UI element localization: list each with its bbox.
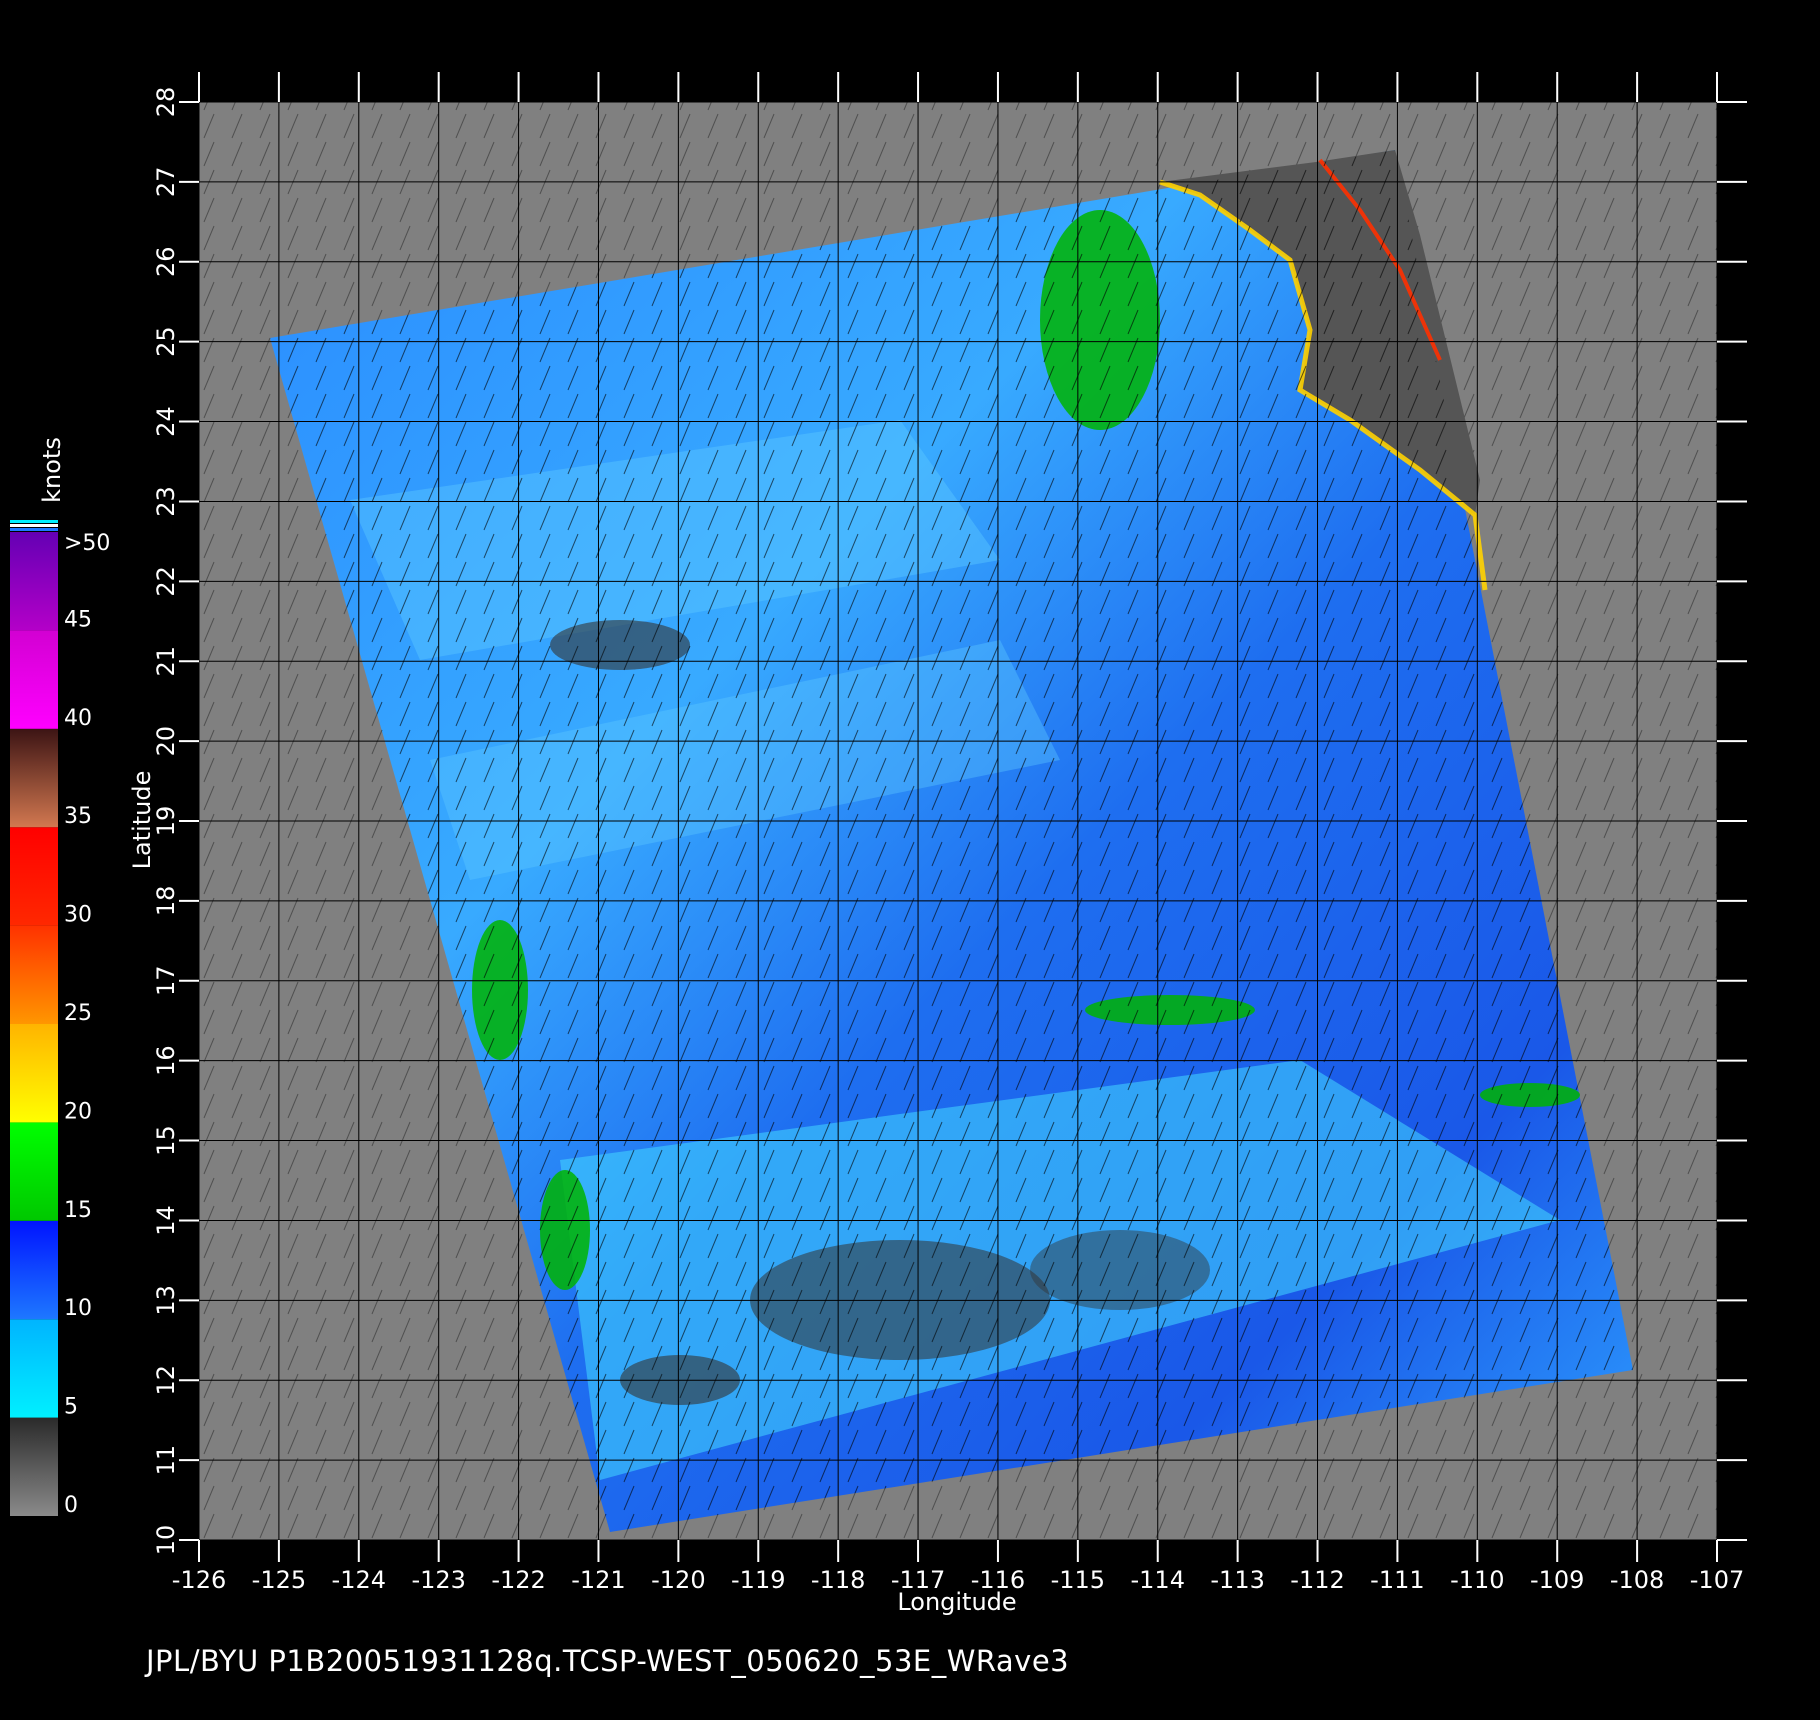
colorbar-band: [10, 1417, 58, 1516]
x-tick-label: -112: [1290, 1566, 1344, 1594]
y-tick-label: 13: [152, 1285, 180, 1316]
colorbar-band: [10, 1024, 58, 1123]
colorbar-label: 20: [64, 1099, 92, 1124]
y-tick-label: 15: [152, 1125, 180, 1156]
colorbar-label: 25: [64, 1001, 92, 1026]
x-tick-label: -126: [172, 1566, 226, 1594]
y-tick-label: 22: [152, 566, 180, 597]
colorbar-label: 40: [64, 706, 92, 731]
y-tick-label: 12: [152, 1365, 180, 1396]
x-tick-label: -110: [1450, 1566, 1504, 1594]
x-tick-label: -111: [1370, 1566, 1424, 1594]
colorbar-label: >50: [64, 531, 110, 556]
y-tick-label: 27: [152, 167, 180, 198]
x-tick-label: -119: [731, 1566, 785, 1594]
x-tick-label: -115: [1051, 1566, 1105, 1594]
y-tick-label: 18: [152, 886, 180, 917]
colorbar-band: [10, 1122, 58, 1221]
colorbar-cap-blue: [10, 528, 58, 531]
y-axis-title: Latitude: [128, 771, 156, 870]
y-tick-label: 25: [152, 326, 180, 357]
y-tick-label: 17: [152, 966, 180, 997]
wind-map: -126 -125 -124 -123 -122 -121 -120 -119 -118 -117…: [10, 72, 1747, 1616]
colorbar-label: 15: [64, 1198, 92, 1223]
x-tick-label: -114: [1131, 1566, 1185, 1594]
colorbar-label: 5: [64, 1395, 78, 1420]
y-tick-label: 19: [152, 806, 180, 837]
x-tick-label: -125: [252, 1566, 306, 1594]
colorbar-label: 35: [64, 804, 92, 829]
x-tick-label: -122: [491, 1566, 545, 1594]
y-tick-label: 20: [152, 726, 180, 757]
y-tick-label: 14: [152, 1205, 180, 1236]
colorbar-label: 0: [64, 1493, 78, 1518]
colorbar-cap-white: [10, 524, 58, 527]
y-tick-label: 11: [152, 1445, 180, 1476]
colorbar-band: [10, 532, 58, 631]
y-tick-label: 23: [152, 486, 180, 517]
colorbar-band: [10, 728, 58, 828]
latitude-tick-labels: 10 11 12 13 14 15 16 17 18 19 20 21 22 23 24 25 26 27 28: [152, 87, 180, 1556]
colorbar-cap-cyan: [10, 520, 58, 523]
x-tick-label: -113: [1210, 1566, 1264, 1594]
colorbar-units: knots: [38, 437, 66, 503]
x-tick-label: -109: [1530, 1566, 1584, 1594]
y-tick-label: 28: [152, 87, 180, 118]
y-tick-label: 21: [152, 646, 180, 677]
x-tick-label: -120: [651, 1566, 705, 1594]
y-tick-label: 26: [152, 247, 180, 278]
x-tick-label: -124: [332, 1566, 386, 1594]
y-tick-label: 16: [152, 1045, 180, 1076]
colorbar-label: 10: [64, 1296, 92, 1321]
x-tick-label: -107: [1690, 1566, 1744, 1594]
y-tick-label: 24: [152, 406, 180, 437]
x-tick-label: -108: [1610, 1566, 1664, 1594]
colorbar-band: [10, 827, 58, 926]
colorbar-band: [10, 1220, 58, 1320]
x-axis-title: Longitude: [897, 1588, 1016, 1616]
colorbar-legend: knots 0 5 10 15 20 25 30 35 40 45 >50: [10, 437, 110, 1518]
colorbar-band: [10, 630, 58, 729]
colorbar-band: [10, 1319, 58, 1418]
footer-caption: JPL/BYU P1B20051931128q.TCSP-WEST_050620…: [146, 1644, 1070, 1678]
x-tick-label: -118: [811, 1566, 865, 1594]
colorbar-label: 45: [64, 607, 92, 632]
x-tick-label: -123: [411, 1566, 465, 1594]
colorbar-label: 30: [64, 903, 92, 928]
colorbar-band: [10, 925, 58, 1024]
y-tick-label: 10: [152, 1525, 180, 1556]
x-tick-label: -121: [571, 1566, 625, 1594]
